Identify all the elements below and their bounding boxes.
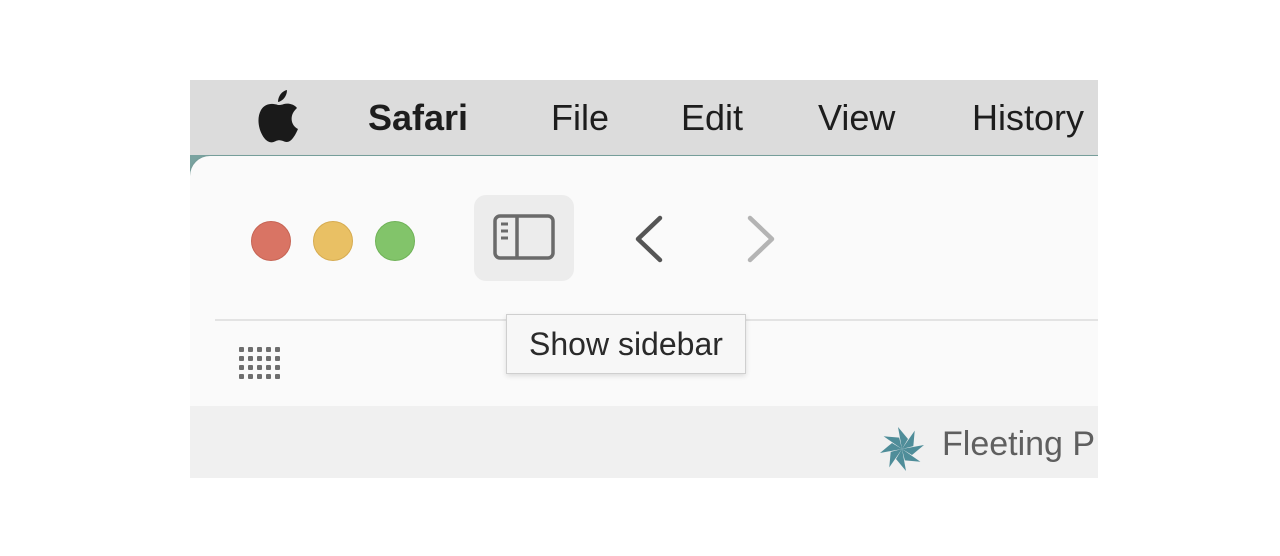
- menu-view[interactable]: View: [818, 97, 895, 139]
- tab-bar: Fleeting P: [190, 406, 1098, 478]
- close-button[interactable]: [251, 221, 291, 261]
- minimize-button[interactable]: [313, 221, 353, 261]
- maximize-button[interactable]: [375, 221, 415, 261]
- sidebar-icon: [493, 214, 555, 260]
- tab-title[interactable]: Fleeting P: [942, 425, 1095, 464]
- menu-safari[interactable]: Safari: [368, 97, 468, 139]
- grid-icon[interactable]: [239, 347, 281, 379]
- screenshot-crop: Safari File Edit View History Show sideb…: [190, 80, 1098, 478]
- menu-edit[interactable]: Edit: [681, 97, 743, 139]
- menu-bar: Safari File Edit View History: [190, 80, 1098, 155]
- chevron-left-icon[interactable]: [630, 214, 670, 264]
- apple-icon[interactable]: [256, 88, 300, 144]
- menu-file[interactable]: File: [551, 97, 609, 139]
- chevron-right-icon[interactable]: [740, 214, 780, 264]
- pinwheel-icon: [880, 427, 924, 471]
- show-sidebar-button[interactable]: [474, 195, 574, 281]
- show-sidebar-tooltip: Show sidebar: [506, 314, 746, 374]
- menu-history[interactable]: History: [972, 97, 1084, 139]
